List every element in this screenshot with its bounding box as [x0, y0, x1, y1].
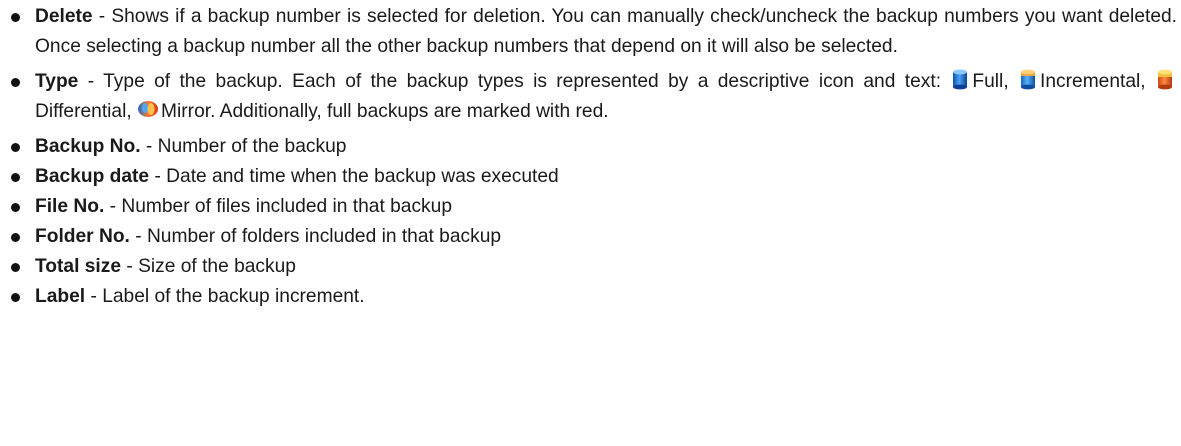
- separator: -: [92, 6, 112, 27]
- bullet: [11, 293, 20, 302]
- list-item-backup-no: Backup No. - Number of the backup: [0, 132, 1181, 162]
- type-label-incremental: Incremental: [1040, 71, 1141, 92]
- list-item-backup-date: Backup date - Date and time when the bac…: [0, 162, 1181, 192]
- description-backup-date: Date and time when the backup was execut…: [166, 166, 559, 187]
- separator: -: [104, 196, 122, 217]
- bullet: [11, 173, 20, 182]
- description-file-no: Number of files included in that backup: [121, 196, 452, 217]
- term-backup-no: Backup No.: [35, 136, 141, 157]
- list-item-total-size: Total size - Size of the backup: [0, 252, 1181, 282]
- description-type-outro: . Additionally, full backups are marked …: [210, 101, 609, 122]
- description-folder-no: Number of folders included in that backu…: [146, 226, 502, 247]
- bullet: [11, 203, 20, 212]
- type-label-full: Full: [972, 71, 1004, 92]
- separator: -: [140, 136, 158, 157]
- separator: -: [78, 71, 104, 92]
- list-item-delete: Delete - Shows if a backup number is sel…: [0, 2, 1181, 62]
- description-delete: Shows if a backup number is selected for…: [35, 6, 1177, 57]
- term-delete: Delete: [35, 6, 93, 27]
- separator: -: [121, 256, 139, 277]
- bullet: [11, 143, 20, 152]
- bullet: [11, 13, 20, 22]
- type-separator: ,: [1140, 71, 1155, 92]
- differential-backup-icon: [1155, 68, 1175, 90]
- description-total-size: Size of the backup: [138, 256, 296, 277]
- incremental-backup-icon: [1018, 68, 1038, 90]
- bullet: [11, 233, 20, 242]
- bullet: [11, 263, 20, 272]
- type-separator: ,: [1003, 71, 1019, 92]
- description-backup-no: Number of the backup: [157, 136, 347, 157]
- type-label-differential: Differential: [35, 101, 127, 122]
- description-label: Label of the backup increment.: [102, 286, 365, 307]
- list-item-label: Label - Label of the backup increment.: [0, 282, 1181, 312]
- term-folder-no: Folder No.: [35, 226, 130, 247]
- separator: -: [85, 286, 103, 307]
- type-label-mirror: Mirror: [161, 101, 211, 122]
- separator: -: [129, 226, 147, 247]
- full-backup-icon: [950, 68, 970, 90]
- term-total-size: Total size: [35, 256, 122, 277]
- term-label: Label: [35, 286, 86, 307]
- description-type-intro: Type of the backup. Each of the backup t…: [103, 71, 951, 92]
- separator: -: [149, 166, 167, 187]
- type-separator: ,: [126, 101, 138, 122]
- list-item-folder-no: Folder No. - Number of folders included …: [0, 222, 1181, 252]
- mirror-backup-icon: [137, 98, 159, 120]
- bullet: [11, 78, 20, 87]
- column-descriptions-list: Delete - Shows if a backup number is sel…: [0, 0, 1181, 312]
- list-item-type: Type - Type of the backup. Each of the b…: [0, 67, 1181, 127]
- term-file-no: File No.: [35, 196, 105, 217]
- term-backup-date: Backup date: [35, 166, 150, 187]
- list-item-file-no: File No. - Number of files included in t…: [0, 192, 1181, 222]
- document-body: Delete - Shows if a backup number is sel…: [0, 0, 1181, 446]
- term-type: Type: [35, 71, 79, 92]
